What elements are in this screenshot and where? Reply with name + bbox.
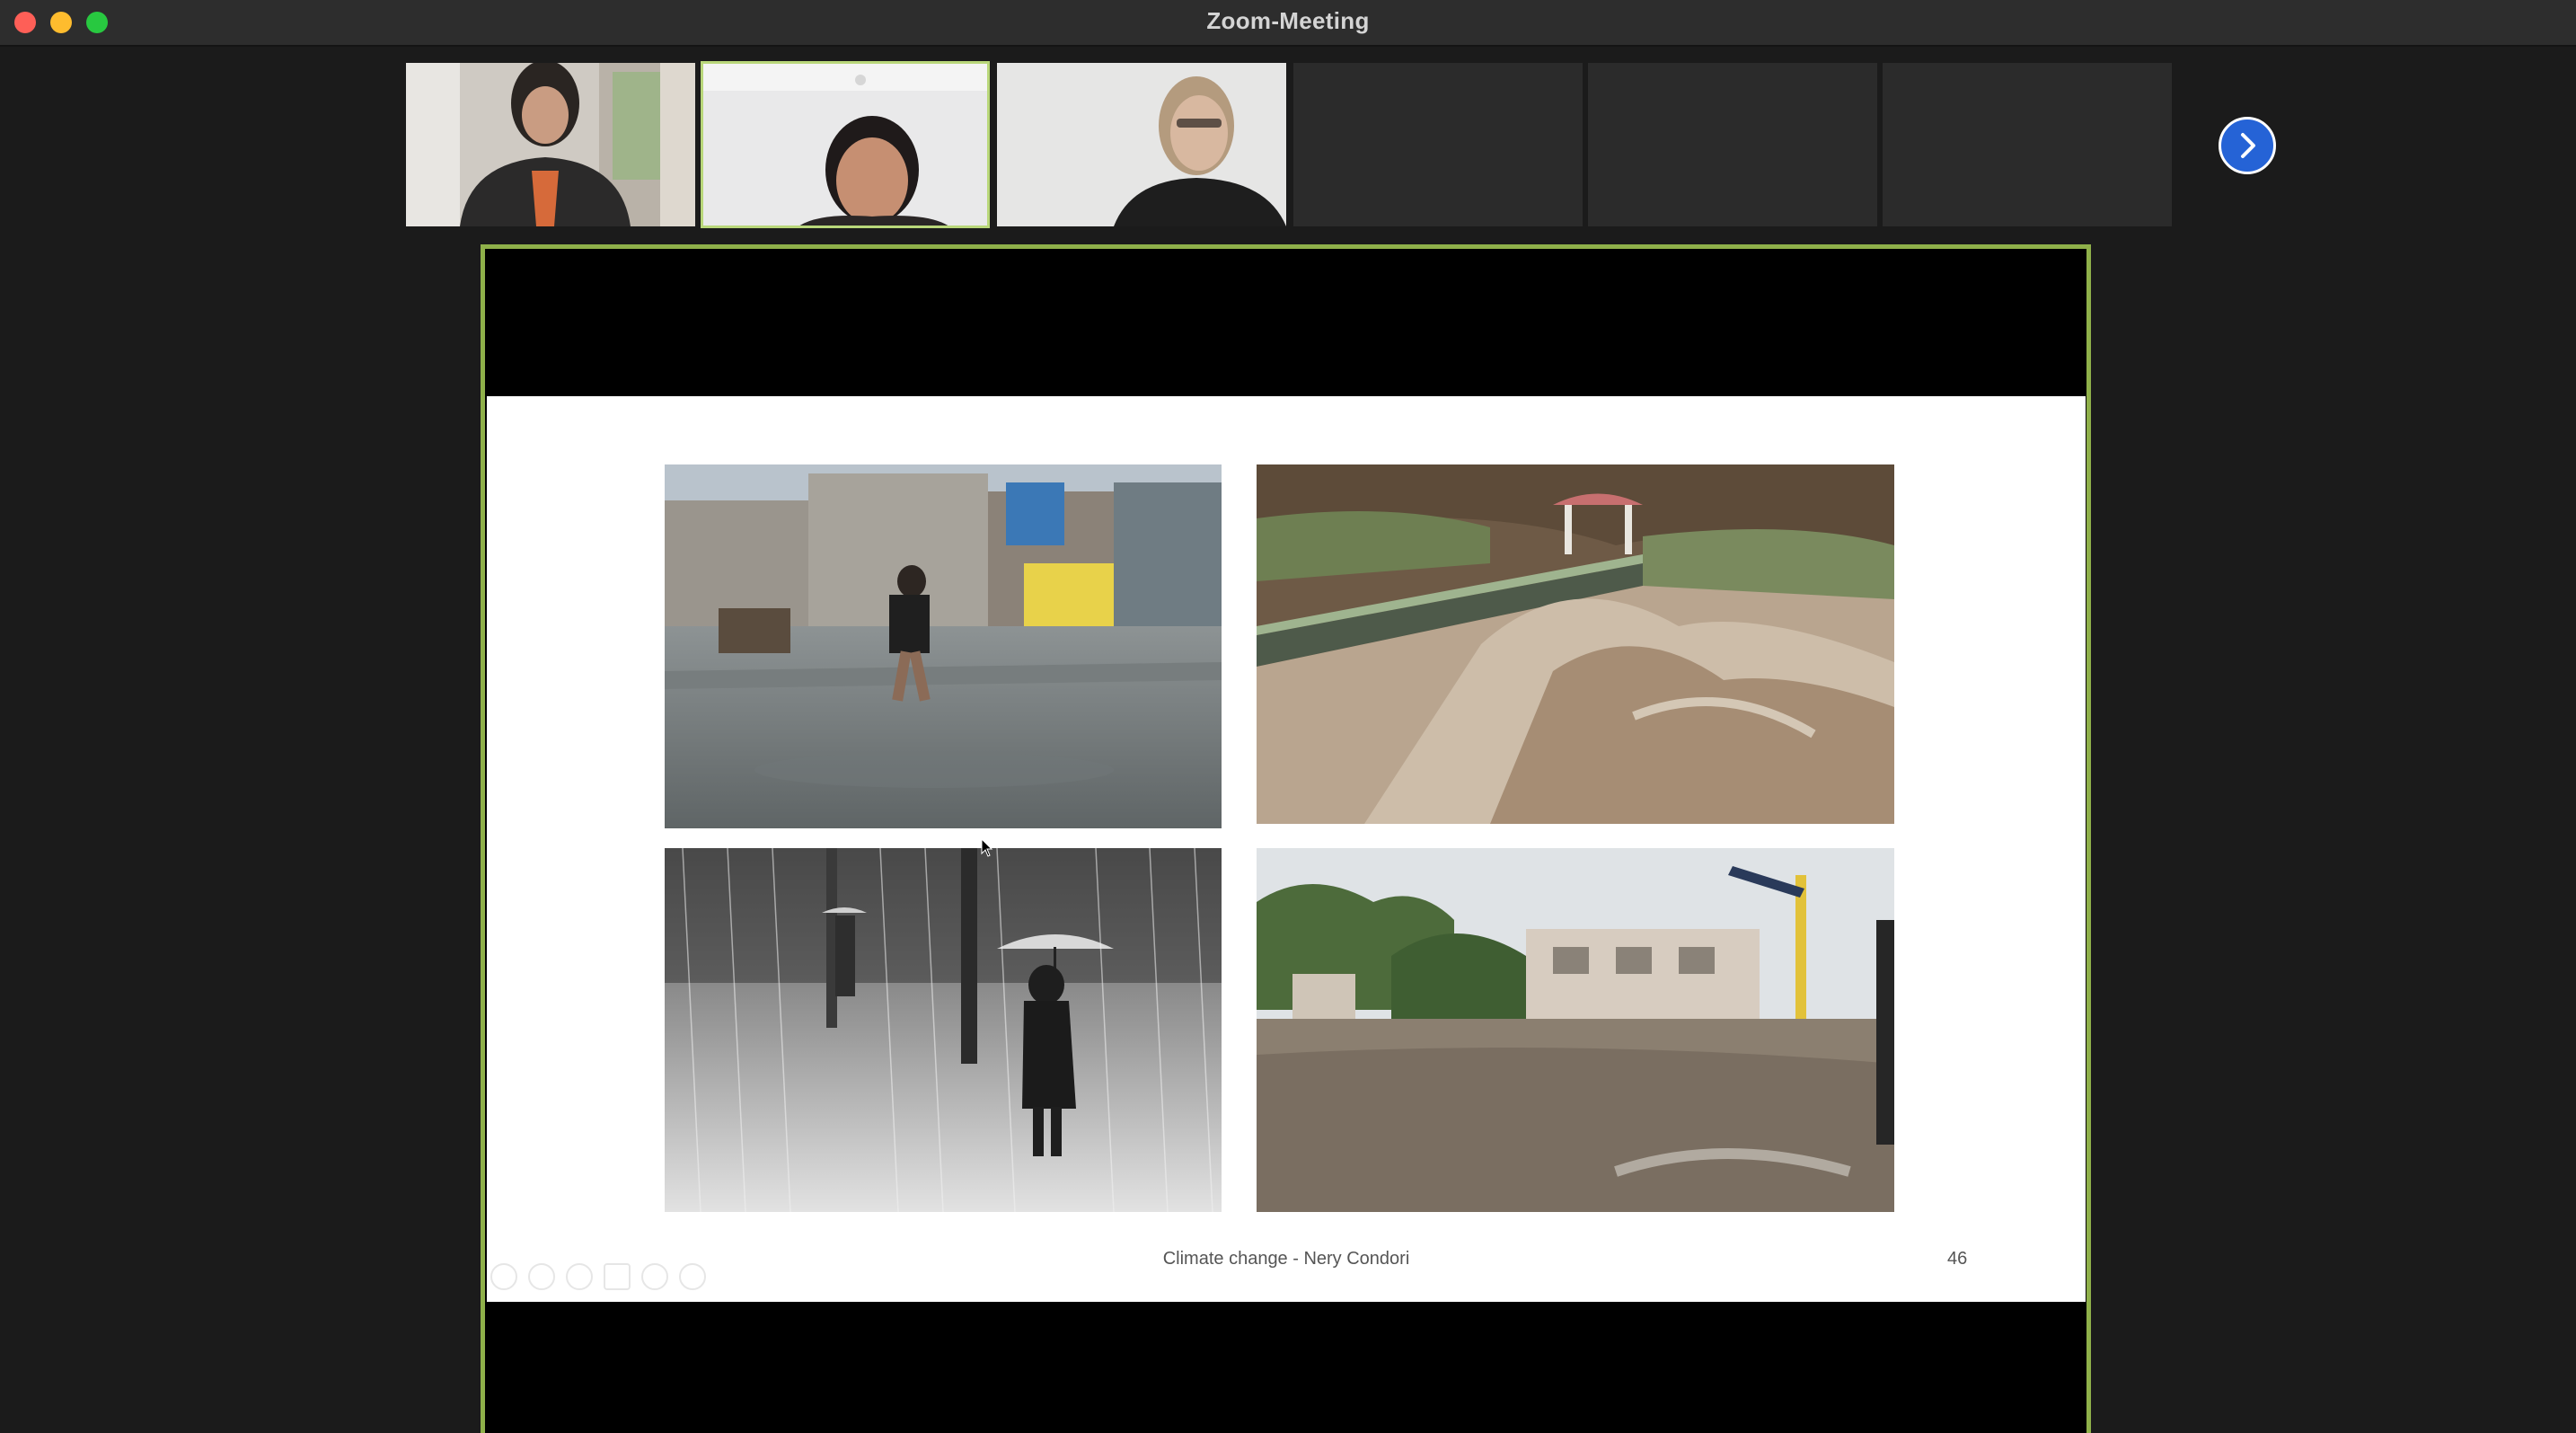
river-flood-bridge-photo	[1257, 464, 1894, 824]
participant-video	[703, 64, 987, 226]
flooded-town-photo	[1257, 848, 1894, 1212]
flooded-street-photo	[665, 464, 1222, 828]
participant-tile-no-video[interactable]	[1883, 63, 2172, 226]
participant-video-tile[interactable]	[997, 63, 1286, 226]
next-participants-button[interactable]	[2219, 117, 2276, 174]
slide-footer-text: Climate change - Nery Condori	[1162, 1249, 1410, 1269]
heavy-rain-umbrella-photo	[665, 848, 1222, 1212]
participant-video	[406, 63, 695, 226]
presentation-slide: Climate change - Nery Condori 46	[487, 396, 2086, 1302]
pen-icon[interactable]	[566, 1263, 593, 1290]
mouse-cursor-icon	[981, 838, 993, 857]
chevron-right-icon	[2241, 133, 2255, 158]
participant-tile-no-video[interactable]	[1588, 63, 1877, 226]
slides-icon[interactable]	[604, 1263, 631, 1290]
more-icon[interactable]	[679, 1263, 706, 1290]
zoom-icon[interactable]	[641, 1263, 668, 1290]
participant-video	[997, 63, 1286, 226]
participant-tile-no-video[interactable]	[1293, 63, 1583, 226]
next-slide-icon[interactable]	[528, 1263, 555, 1290]
slide-page-number: 46	[1947, 1249, 1968, 1269]
participant-video-tile-speaking[interactable]	[701, 61, 990, 228]
title-bar: Zoom-Meeting	[0, 0, 2576, 47]
prev-slide-icon[interactable]	[490, 1263, 517, 1290]
participant-video-tile[interactable]	[406, 63, 695, 226]
slide-show-toolbar	[487, 1263, 720, 1294]
window-title: Zoom-Meeting	[1206, 7, 1370, 34]
